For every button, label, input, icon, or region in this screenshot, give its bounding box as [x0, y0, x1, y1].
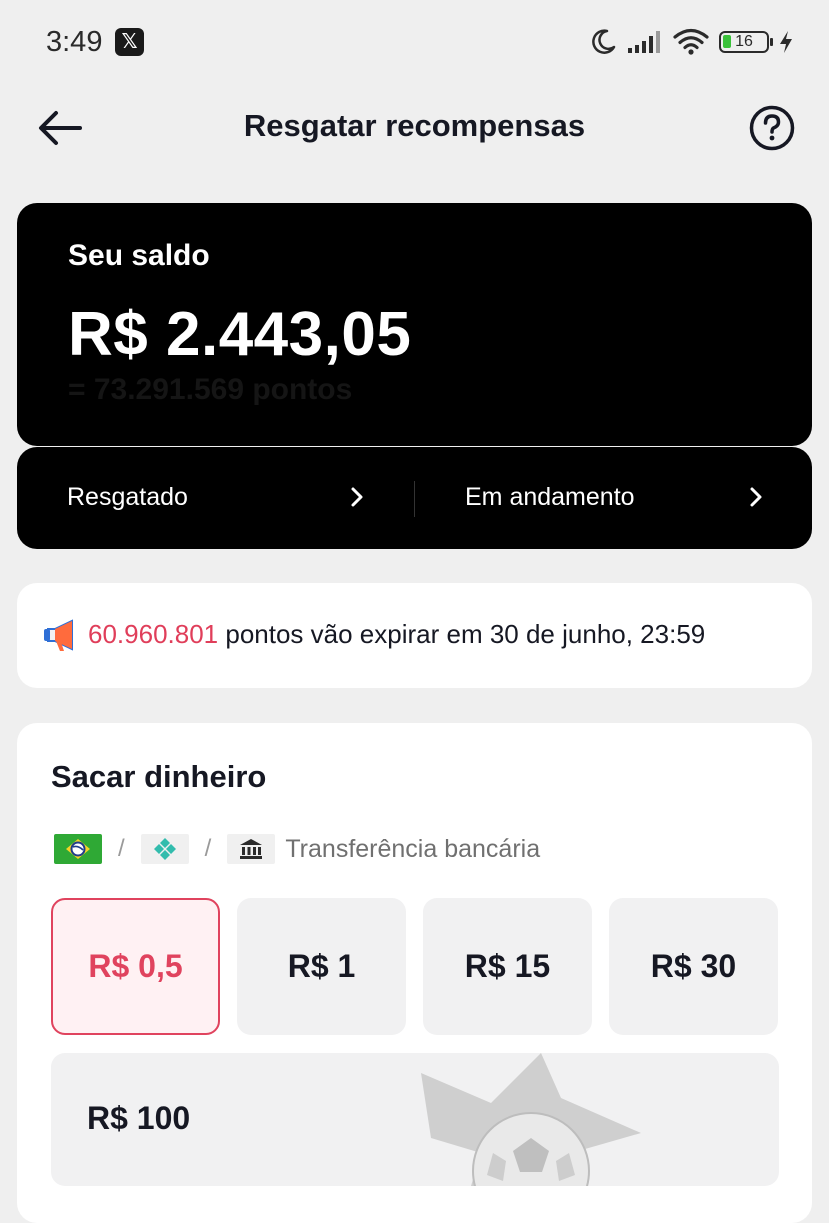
- page-title: Resgatar recompensas: [243, 108, 586, 143]
- help-button[interactable]: [749, 105, 795, 151]
- x-logo-icon: 𝕏: [115, 28, 144, 56]
- withdraw-title: Sacar dinheiro: [51, 759, 267, 794]
- megaphone-icon: [44, 619, 73, 651]
- expiring-points: 60.960.801: [88, 619, 219, 649]
- amount-large-label: R$ 100: [87, 1100, 191, 1136]
- chevron-right-icon: [750, 487, 762, 507]
- balance-card: Seu saldo R$ 2.443,05 = 73.291.569 ponto…: [17, 203, 812, 446]
- system-icons: 16: [589, 24, 793, 60]
- signal-icon: [628, 31, 660, 53]
- payment-methods: / / Transferência bancária: [54, 832, 540, 866]
- expiry-notice: 60.960.801 pontos vão expirar em 30 de j…: [17, 583, 812, 688]
- wifi-icon: [673, 28, 709, 55]
- expiry-message: pontos vão expirar em 30 de junho, 23:59: [218, 619, 706, 649]
- balance-points: = 73.291.569 pontos: [68, 373, 353, 406]
- pix-brazil-icon: [54, 834, 102, 864]
- amount-option[interactable]: R$ 30: [609, 898, 778, 1035]
- battery-level: 16: [735, 33, 753, 50]
- chevron-right-icon: [351, 487, 363, 507]
- amount-option-selected[interactable]: R$ 0,5: [51, 898, 220, 1035]
- expiry-text: 60.960.801 pontos vão expirar em 30 de j…: [88, 619, 705, 650]
- in-progress-link[interactable]: Em andamento: [415, 447, 812, 549]
- battery-icon: 16: [719, 31, 773, 53]
- method-separator: /: [118, 835, 125, 862]
- amount-option-large[interactable]: R$ 100: [51, 1053, 779, 1186]
- history-links: Resgatado Em andamento: [17, 447, 812, 549]
- in-progress-label: Em andamento: [465, 483, 635, 511]
- bank-transfer-label: Transferência bancária: [285, 834, 541, 863]
- withdraw-section: Sacar dinheiro / / Transferência bancári…: [17, 723, 812, 1223]
- amount-option[interactable]: R$ 15: [423, 898, 592, 1035]
- moon-icon: [592, 29, 616, 54]
- charging-bolt-icon: [780, 31, 792, 53]
- top-nav-bar: Resgatar recompensas: [0, 86, 829, 170]
- redeemed-label: Resgatado: [67, 483, 188, 511]
- balance-value: R$ 2.443,05: [68, 300, 412, 369]
- redeemed-link[interactable]: Resgatado: [17, 447, 414, 549]
- help-question-icon: [749, 105, 795, 151]
- balance-label: Seu saldo: [68, 239, 210, 272]
- bank-icon: [227, 834, 276, 864]
- status-time: 3:49: [46, 26, 103, 58]
- soccer-ball-icon: [421, 1053, 641, 1186]
- amount-option[interactable]: R$ 1: [237, 898, 406, 1035]
- pix-diamond-icon: [140, 834, 189, 864]
- status-bar: 3:49 𝕏 16: [0, 0, 829, 86]
- method-separator: /: [204, 835, 212, 862]
